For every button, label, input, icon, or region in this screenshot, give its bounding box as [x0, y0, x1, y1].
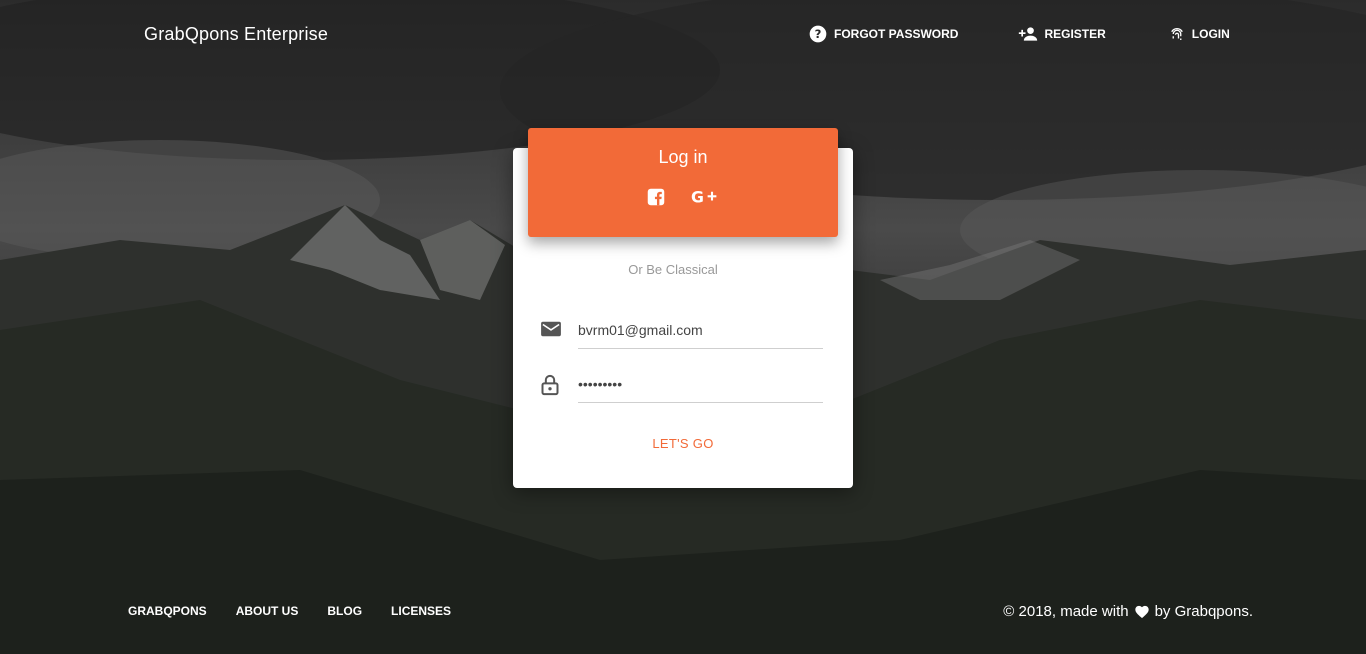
- email-input[interactable]: [578, 312, 823, 349]
- top-navigation: ? FORGOT PASSWORD REGISTER LOGIN: [808, 24, 1230, 44]
- register-link[interactable]: REGISTER: [1018, 24, 1106, 44]
- social-login-buttons: G: [528, 188, 838, 206]
- login-label: LOGIN: [1191, 27, 1230, 41]
- email-field: [540, 312, 823, 349]
- copyright-prefix: © 2018, made with: [1003, 603, 1129, 620]
- footer-link-blog[interactable]: BLOG: [327, 604, 362, 618]
- google-plus-login-button[interactable]: G: [691, 188, 719, 206]
- alternate-login-caption: Or Be Classical: [628, 262, 718, 277]
- footer-navigation: GRABQPONS ABOUT US BLOG LICENSES: [128, 604, 451, 618]
- password-field: [540, 366, 823, 403]
- submit-button[interactable]: LET'S GO: [513, 436, 853, 451]
- register-label: REGISTER: [1044, 27, 1106, 41]
- forgot-password-label: FORGOT PASSWORD: [834, 27, 959, 41]
- footer-link-licenses[interactable]: LICENSES: [391, 604, 451, 618]
- copyright: © 2018, made with by Grabqpons.: [1003, 603, 1253, 620]
- fingerprint-icon: [1170, 28, 1183, 40]
- lock-icon: [541, 374, 559, 396]
- heart-icon: [1134, 605, 1149, 619]
- help-circle-icon: ?: [809, 25, 827, 43]
- svg-text:G: G: [691, 188, 704, 206]
- footer-link-grabqpons[interactable]: GRABQPONS: [128, 604, 207, 618]
- svg-text:?: ?: [815, 27, 822, 41]
- card-title: Log in: [658, 147, 708, 167]
- email-icon: [541, 321, 561, 337]
- login-link[interactable]: LOGIN: [1168, 24, 1230, 44]
- person-add-icon: [1019, 27, 1038, 41]
- facebook-icon: [647, 188, 665, 206]
- brand-title[interactable]: GrabQpons Enterprise: [144, 24, 328, 45]
- login-card-header: Log in G: [528, 128, 838, 237]
- forgot-password-link[interactable]: ? FORGOT PASSWORD: [808, 24, 958, 44]
- password-input[interactable]: [578, 366, 823, 403]
- facebook-login-button[interactable]: [647, 188, 665, 206]
- footer-link-about[interactable]: ABOUT US: [236, 604, 299, 618]
- google-plus-icon: G: [691, 188, 717, 206]
- copyright-suffix: by Grabqpons.: [1154, 603, 1253, 620]
